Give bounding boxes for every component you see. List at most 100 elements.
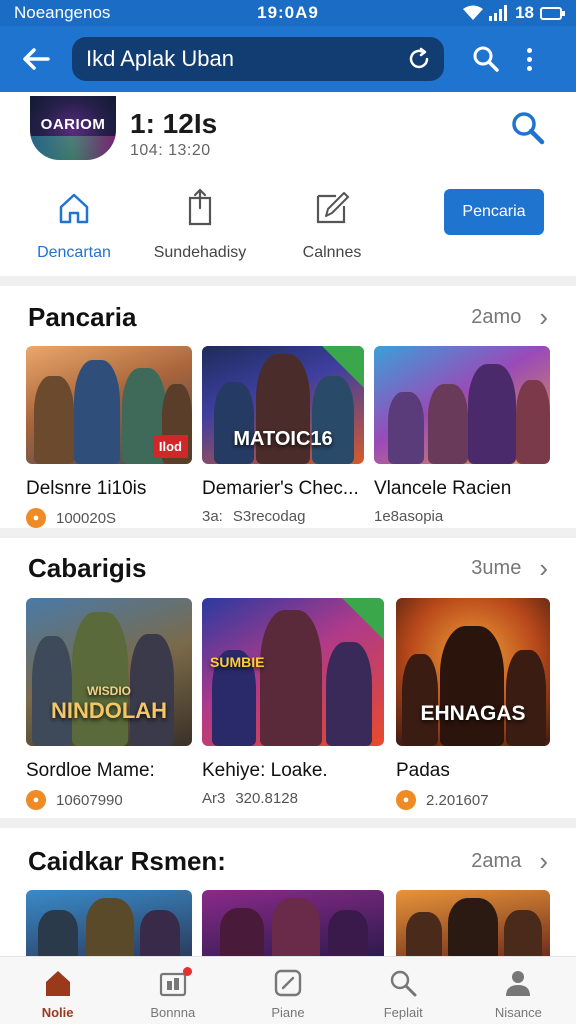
section-more-label: 3ume (471, 556, 522, 579)
nav-item-search[interactable]: Feplait (346, 957, 461, 1024)
refresh-icon[interactable] (406, 46, 432, 72)
quick-action-edit[interactable]: Calnnes (262, 186, 402, 262)
chevron-right-icon: › (539, 846, 548, 876)
game-meta-value: 320.8128 (235, 790, 298, 807)
thumbnail-text: EHNAGAS (420, 702, 526, 725)
nav-label: Feplait (383, 1005, 423, 1020)
quick-action-label: Calnnes (302, 244, 362, 261)
section-more-label: 2ama (471, 849, 522, 872)
search-button[interactable] (466, 37, 506, 81)
coin-icon: ● (26, 508, 46, 528)
search-icon (391, 970, 417, 997)
game-thumbnail: WISDIO NINDOLAH (26, 598, 192, 746)
nav-label: Bonnna (150, 1005, 196, 1020)
compass-icon (274, 969, 302, 997)
game-card[interactable] (396, 890, 550, 960)
divider (0, 528, 576, 538)
edit-icon (316, 192, 349, 224)
home-icon (59, 193, 89, 224)
app-icon: OARIOM (30, 96, 116, 160)
divider (0, 276, 576, 286)
nav-item-home[interactable]: Nolie (0, 957, 115, 1024)
quick-action-home[interactable]: Dencartan (4, 186, 144, 262)
game-thumbnail (374, 346, 550, 464)
game-thumbnail (26, 890, 192, 960)
card-badge: Ilod (152, 435, 188, 458)
game-meta: Ar3 320.8128 (202, 790, 384, 807)
game-card[interactable]: WISDIO NINDOLAH Sordloe Mame: ● 10607990 (26, 598, 192, 810)
bottom-navigation: Nolie Bonnna Piane Feplait Nisance (0, 956, 576, 1024)
wifi-icon (463, 5, 484, 20)
corner-ribbon (322, 346, 364, 388)
battery-icon (540, 6, 565, 20)
game-title: Demarier's Chec... (202, 478, 359, 499)
game-meta: 1e8asopia (374, 508, 550, 525)
game-meta-value: 1e8asopia (374, 508, 444, 525)
game-card[interactable] (202, 890, 384, 960)
battery-level: 18 (515, 3, 534, 22)
signal-icon (489, 5, 508, 21)
game-title: Kehiye: Loake. (202, 760, 328, 781)
game-thumbnail (202, 890, 384, 960)
game-card[interactable]: MATOIC16 Demarier's Chec... 3a: S3recoda… (202, 346, 364, 525)
game-thumbnail: SUMBIE (202, 598, 384, 746)
game-meta: ● 10607990 (26, 790, 192, 810)
chevron-right-icon: › (539, 553, 548, 583)
app-icon-text: OARIOM (40, 116, 106, 133)
quick-action-label: Sundehadisy (153, 244, 247, 261)
app-title: 1: 12Is (130, 108, 218, 139)
nav-item-inbox[interactable]: Bonnna (115, 957, 230, 1024)
game-card[interactable]: EHNAGAS Padas ● 2.201607 (396, 598, 550, 810)
game-title: Sordloe Mame: (26, 760, 155, 781)
quick-action-label: Dencartan (37, 244, 111, 261)
corner-ribbon (342, 598, 384, 640)
app-bar: Ikd Aplak Uban (0, 26, 576, 92)
header-search-button[interactable] (510, 110, 550, 150)
carrier-label: Noeangenos (14, 3, 111, 22)
search-input[interactable]: Ikd Aplak Uban (72, 37, 444, 81)
status-bar: Noeangenos 19:0A9 18 (0, 0, 576, 26)
game-card[interactable]: Vlancele Racien 1e8asopia (374, 346, 550, 525)
game-card[interactable]: Ilod Delsnre 1i10is ● 100020S (26, 346, 192, 528)
section-more-link[interactable]: 2amo › (471, 304, 548, 330)
game-meta: 3a: S3recodag (202, 508, 364, 525)
game-card[interactable] (26, 890, 192, 960)
more-options-button[interactable] (514, 37, 544, 81)
game-thumbnail: Ilod (26, 346, 192, 464)
section-title: Cabarigis (28, 553, 147, 583)
quick-action-share[interactable]: Sundehadisy (130, 186, 270, 262)
section-more-link[interactable]: 3ume › (471, 555, 548, 581)
back-arrow-icon (23, 48, 50, 70)
notification-dot (182, 967, 192, 976)
game-title: Delsnre 1i10is (26, 478, 147, 499)
app-subtitle: 104: 13:20 (130, 142, 211, 159)
game-thumbnail: MATOIC16 (202, 346, 364, 464)
profile-icon (506, 971, 531, 996)
nav-label: Nisance (494, 1005, 542, 1020)
game-thumbnail: EHNAGAS (396, 598, 550, 746)
thumbnail-text: MATOIC16 (233, 428, 333, 450)
chevron-right-icon: › (539, 302, 548, 332)
coin-icon: ● (396, 790, 416, 810)
search-input-value: Ikd Aplak Uban (86, 46, 234, 71)
more-vert-icon (526, 47, 532, 53)
section-title: Pancaria (28, 302, 137, 332)
section-title: Caidkar Rsmen: (28, 846, 226, 876)
game-title: Padas (396, 760, 450, 781)
status-icons: 18 (463, 3, 565, 23)
search-icon (512, 112, 545, 145)
nav-label: Piane (271, 1005, 305, 1020)
game-meta-prefix: Ar3 (202, 790, 226, 807)
nav-item-profile[interactable]: Nisance (461, 957, 576, 1024)
primary-action-button[interactable]: Pencaria (444, 189, 544, 235)
section-more-link[interactable]: 2ama › (471, 848, 548, 874)
back-button[interactable] (14, 37, 58, 81)
divider (0, 818, 576, 828)
game-meta-prefix: 3a: (202, 508, 223, 525)
thumbnail-text: SUMBIE (210, 654, 265, 670)
nav-item-compass[interactable]: Piane (230, 957, 345, 1024)
app-header: OARIOM 1: 12Is 104: 13:20 (0, 92, 576, 174)
home-icon (45, 971, 70, 996)
search-icon (473, 46, 499, 72)
game-card[interactable]: SUMBIE Kehiye: Loake. Ar3 320.8128 (202, 598, 384, 807)
